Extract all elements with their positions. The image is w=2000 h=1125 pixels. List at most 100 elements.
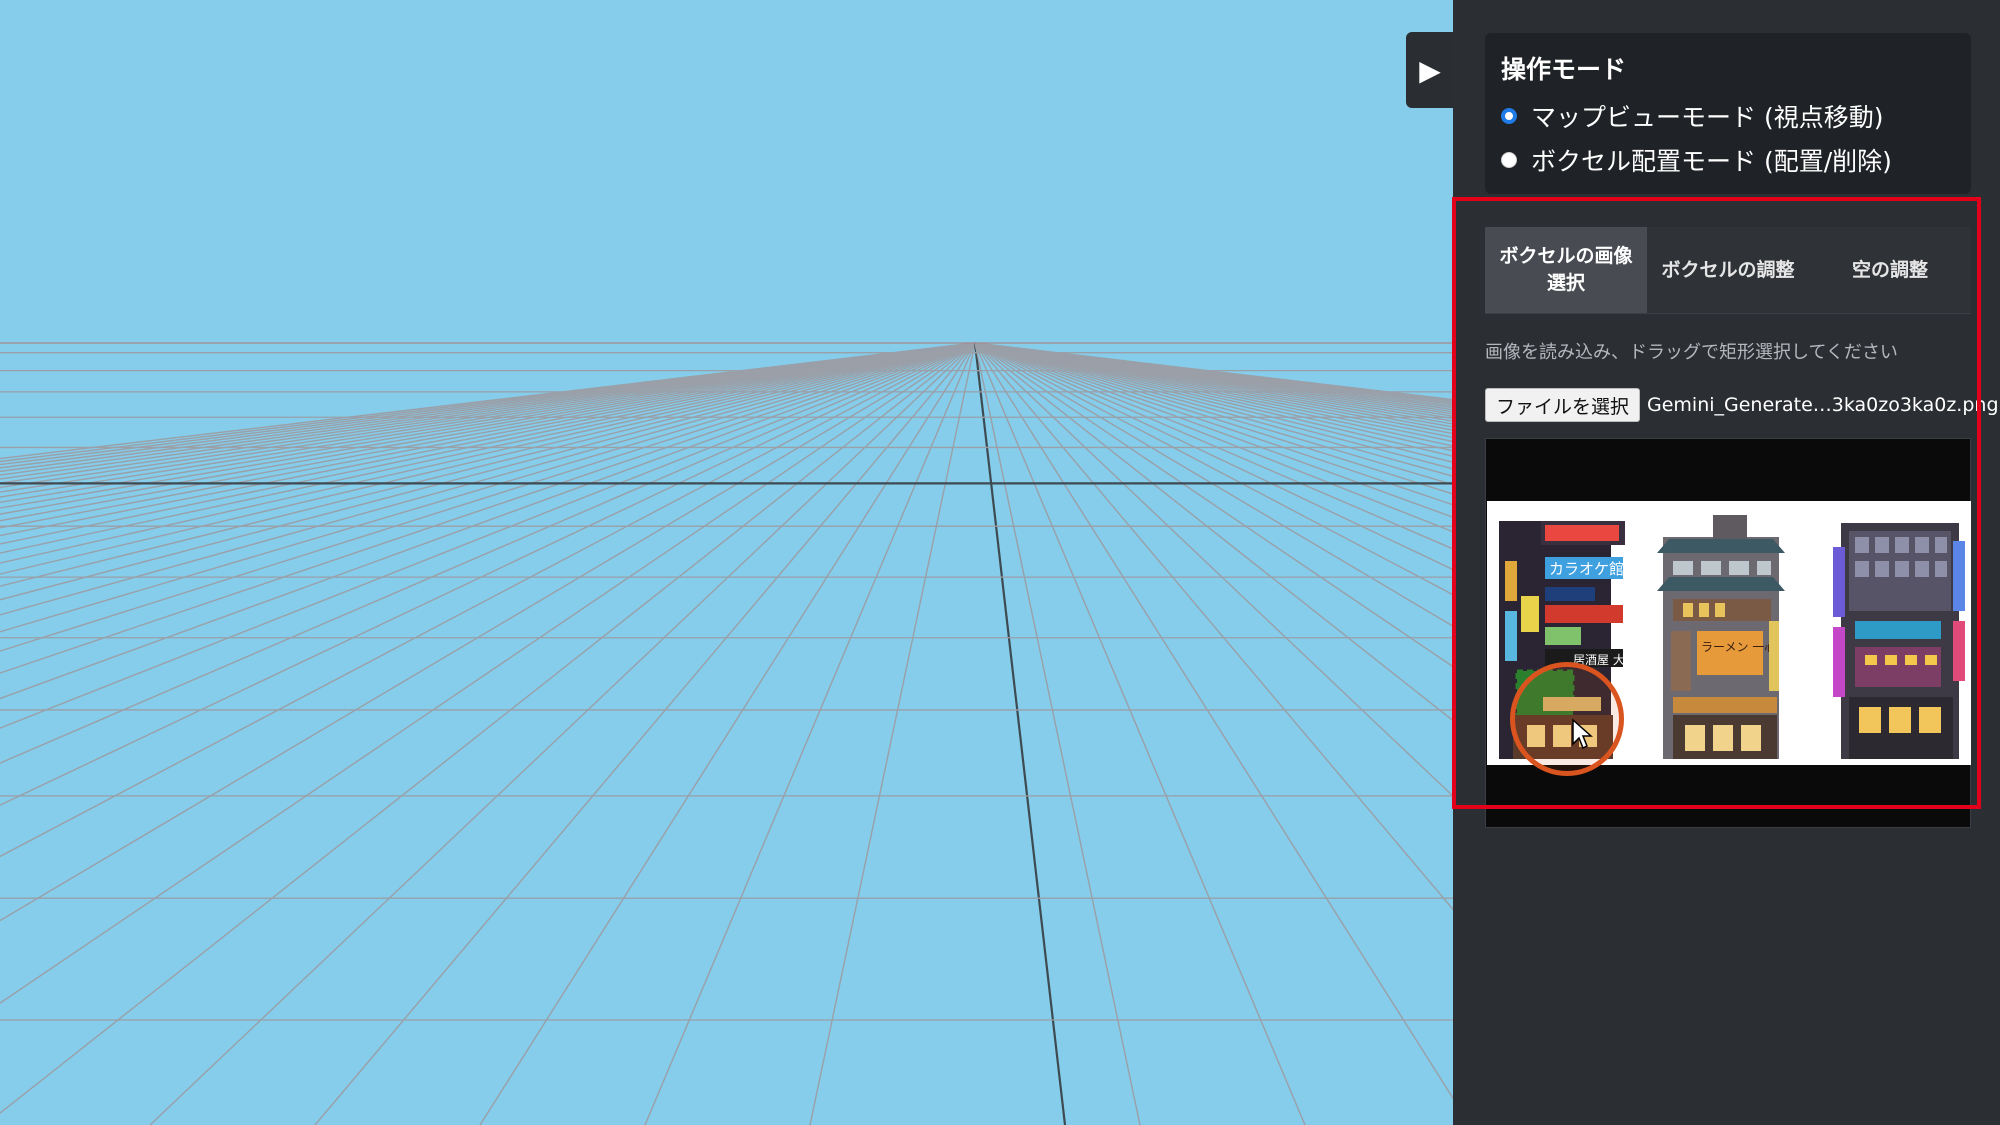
grid-line <box>974 342 1453 477</box>
grid-line <box>644 342 976 1125</box>
play-icon: ▶ <box>1419 53 1441 87</box>
tileset-image[interactable]: カラオケ館 居酒屋 大和 ラーメン 一心 <box>1487 501 1971 765</box>
grid-line <box>974 342 1453 409</box>
settings-tabs: ボクセルの画像 選択 ボクセルの調整 空の調整 <box>1485 227 1971 314</box>
grid-line <box>0 342 976 480</box>
grid-line <box>974 342 1453 422</box>
grid-line <box>974 342 1453 443</box>
grid-line <box>0 342 976 509</box>
grid-line <box>0 342 976 493</box>
grid-line <box>0 342 976 1004</box>
grid-line <box>0 342 976 616</box>
panel-toggle-button[interactable]: ▶ <box>1406 32 1454 108</box>
grid-line <box>974 342 1453 411</box>
buildings-illustration: カラオケ館 居酒屋 大和 ラーメン 一心 <box>1499 515 1965 759</box>
tab-voxel-adjust[interactable]: ボクセルの調整 <box>1647 227 1809 313</box>
grid-line <box>974 342 1453 401</box>
grid-line <box>809 342 976 1125</box>
grid-line <box>974 342 1453 420</box>
grid-line <box>0 342 976 473</box>
radio-checked-icon[interactable] <box>1501 108 1517 124</box>
grid-line <box>0 342 976 537</box>
grid-line <box>974 342 1453 550</box>
grid-line <box>0 342 976 469</box>
grid-line <box>0 342 976 587</box>
grid-line <box>974 342 1453 506</box>
sign-karaoke-text: カラオケ館 <box>1549 560 1624 578</box>
grid-line <box>974 342 1453 1100</box>
grid-line <box>0 342 976 1115</box>
grid-line <box>0 342 976 652</box>
grid-line <box>974 342 1453 668</box>
grid-line <box>0 342 976 515</box>
grid-line <box>974 342 1453 415</box>
operation-mode-box: 操作モード マップビューモード (視点移動) ボクセル配置モード (配置/削除) <box>1485 33 1971 194</box>
radio-unchecked-icon[interactable] <box>1501 152 1517 168</box>
sign-ramen-text: ラーメン 一心 <box>1701 640 1776 654</box>
ground-grid <box>0 342 1453 1125</box>
grid-line <box>974 342 1453 435</box>
grid-line <box>0 342 976 858</box>
grid-line <box>974 342 1453 571</box>
grid-line <box>974 342 1453 722</box>
grid-line <box>0 342 976 545</box>
grid-line <box>974 342 1453 596</box>
voxel-place-mode-label: ボクセル配置モード (配置/削除) <box>1531 147 1892 176</box>
grid-line <box>0 342 976 504</box>
grid-line <box>974 342 1453 413</box>
building-ramen: ラーメン 一心 <box>1657 515 1785 759</box>
grid-line <box>974 342 1453 495</box>
grid-line <box>974 342 1453 457</box>
building-neon-tower <box>1833 523 1965 759</box>
side-panel: 操作モード マップビューモード (視点移動) ボクセル配置モード (配置/削除)… <box>1453 0 2000 1125</box>
grid-line <box>0 342 976 674</box>
grid-line <box>0 342 976 463</box>
grid-line <box>974 342 1453 402</box>
grid-line <box>0 342 976 489</box>
grid-line <box>974 342 1453 533</box>
grid-line <box>974 342 1453 417</box>
grid-line <box>0 342 976 922</box>
grid-line <box>974 342 1453 405</box>
grid-line <box>0 342 976 564</box>
grid-line <box>974 342 1453 627</box>
grid-line <box>0 342 976 466</box>
tab-sky-adjust[interactable]: 空の調整 <box>1809 227 1971 313</box>
map-view-mode-label: マップビューモード (視点移動) <box>1531 103 1884 132</box>
building-karaoke: カラオケ館 居酒屋 大和 <box>1499 521 1637 759</box>
3d-map-viewport[interactable] <box>0 0 1453 1125</box>
grid-line <box>314 342 976 1125</box>
grid-line <box>0 342 976 575</box>
operation-mode-title: 操作モード <box>1501 55 1627 84</box>
grid-line <box>0 342 976 700</box>
image-preview-canvas[interactable]: カラオケ館 居酒屋 大和 ラーメン 一心 <box>1485 438 1971 828</box>
grid-line <box>974 342 1453 798</box>
tab-voxel-image-select[interactable]: ボクセルの画像 選択 <box>1485 227 1647 313</box>
grid-line <box>0 342 976 476</box>
tab-voxel-image-select-label: ボクセルの画像 選択 <box>1499 245 1633 294</box>
grid-line <box>974 342 1453 463</box>
grid-line <box>0 342 976 601</box>
sign-izakaya-text: 居酒屋 大和 <box>1573 653 1637 667</box>
grid-line <box>149 342 976 1125</box>
grid-line <box>974 342 1453 519</box>
grid-line <box>974 342 1453 431</box>
grid-line <box>0 342 976 529</box>
grid-line <box>974 342 1453 425</box>
selected-file-name: Gemini_Generate…3ka0zo3ka0z.png <box>1647 394 1999 416</box>
grid-line <box>974 342 1453 404</box>
grid-line <box>0 342 976 522</box>
grid-line <box>974 342 1453 407</box>
grid-line <box>974 342 1306 1125</box>
grid-axis-line <box>973 342 1067 1125</box>
grid-line <box>0 342 976 460</box>
grid-line <box>0 342 976 498</box>
choose-file-button[interactable]: ファイルを選択 <box>1485 388 1641 422</box>
grid-line <box>0 342 976 729</box>
grid-line <box>0 342 976 633</box>
grid-line <box>0 342 976 484</box>
grid-line <box>974 342 1453 452</box>
voxel-place-mode-radio[interactable]: ボクセル配置モード (配置/削除) <box>1501 142 1892 178</box>
grid-line <box>974 342 1453 470</box>
map-view-mode-radio[interactable]: マップビューモード (視点移動) <box>1501 98 1883 134</box>
